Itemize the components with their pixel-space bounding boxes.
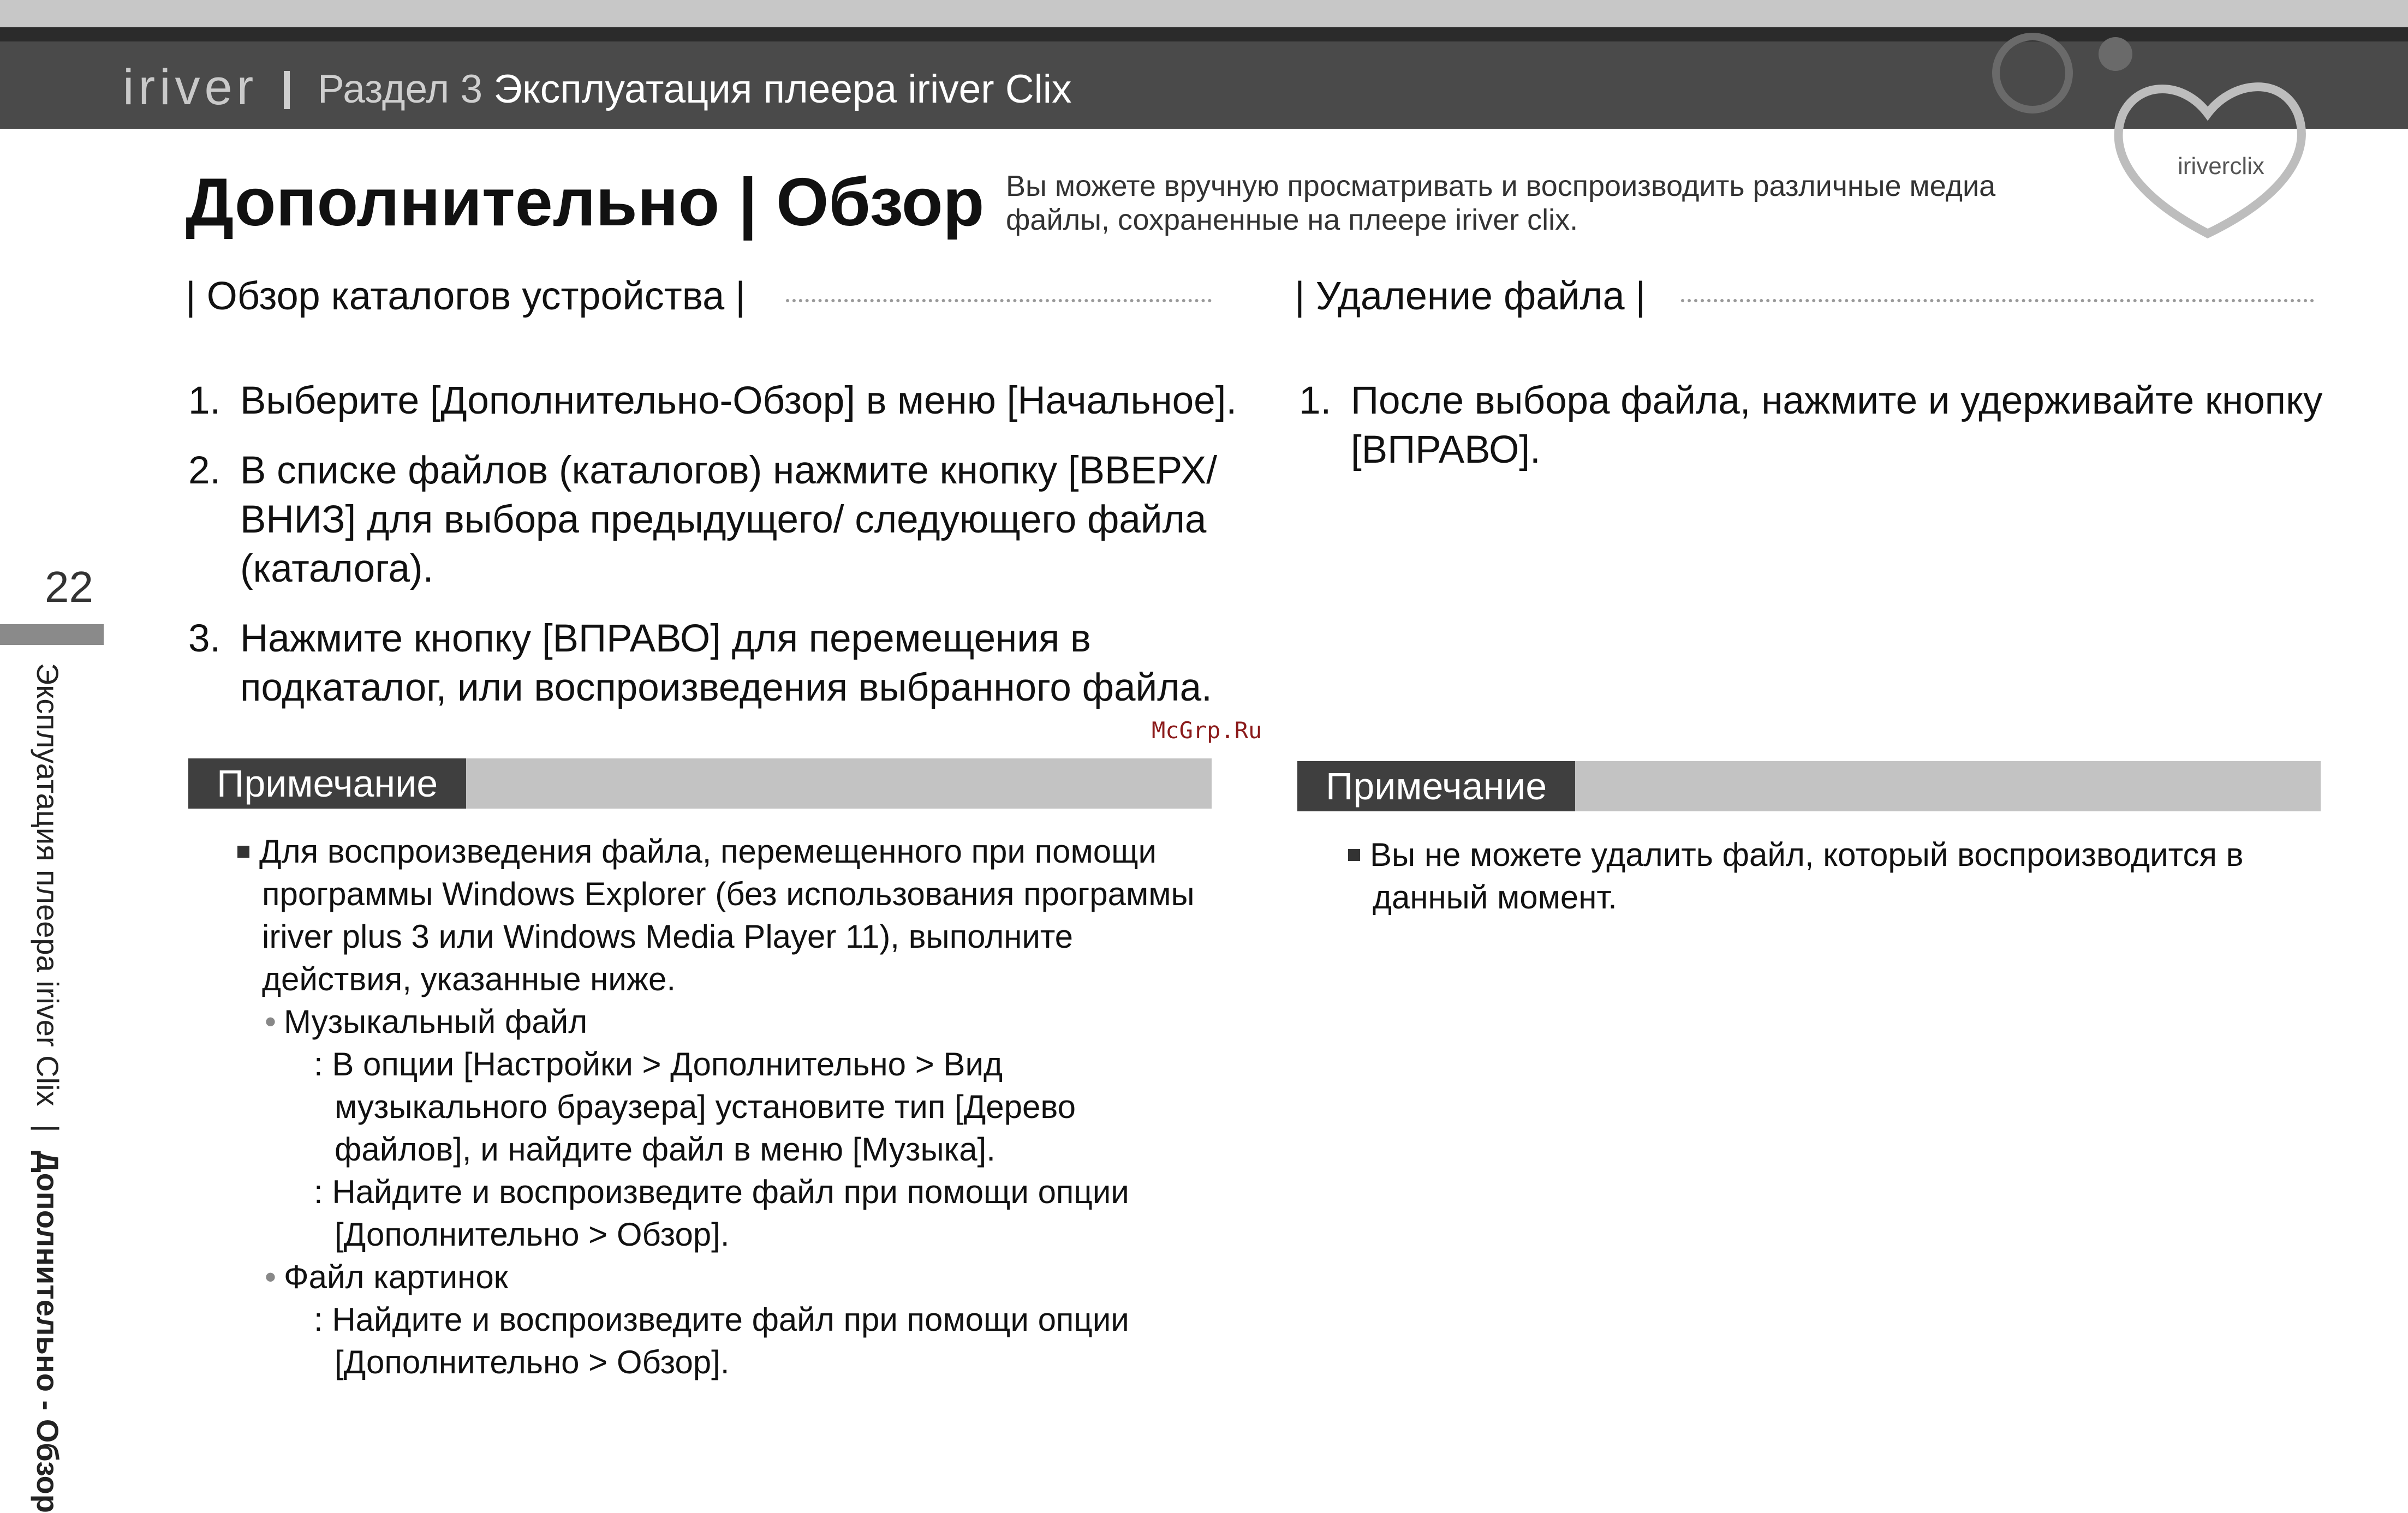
square-bullet-icon	[1348, 849, 1360, 862]
side-caption: Эксплуатация плеера iriver Clix | Дополн…	[31, 663, 65, 1513]
list-item: 2. В списке файлов (каталогов) нажмите кн…	[188, 449, 1217, 590]
list-item: 1. После выбора файла, нажмите и удержива…	[1299, 379, 2323, 471]
decor-dot-icon	[2099, 37, 2132, 71]
side-bar	[0, 624, 104, 645]
header-section: Раздел 3 Эксплуатация плеера iriver Clix	[318, 67, 1072, 112]
iriver-logo: iriver	[123, 59, 258, 115]
dot-bullet-icon: •	[265, 1259, 277, 1295]
section-title: Эксплуатация плеера iriver Clix	[493, 67, 1072, 111]
left-note-bar: Примечание	[188, 758, 1212, 809]
decor-ring-icon	[1992, 33, 2073, 113]
note-subitem-music: • Музыкальный файл	[265, 1003, 588, 1040]
section-label: Раздел 3	[318, 67, 483, 111]
side-chapter: Эксплуатация плеера iriver Clix	[31, 663, 65, 1107]
square-bullet-icon	[237, 846, 249, 858]
right-steps: 1. После выбора файла, нажмите и удержива…	[1299, 376, 2336, 495]
note-label: Примечание	[188, 758, 467, 809]
page-title: Дополнительно | Обзор	[186, 165, 985, 240]
list-item: 1. Выберите [Дополнительно-Обзор] в меню …	[188, 379, 1237, 422]
left-note-text: Для воспроизведения файла, перемещенного…	[237, 830, 1220, 1384]
header-top-band	[0, 0, 2408, 27]
watermark: McGrp.Ru	[1152, 717, 1262, 744]
brand-mark: iriverclix	[2178, 153, 2264, 180]
side-topic: Дополнительно - Обзор	[31, 1151, 65, 1513]
left-section-heading: | Обзор каталогов устройства |	[186, 274, 746, 318]
header-separator	[284, 71, 290, 109]
note-line: : Найдите и воспроизведите файл при помо…	[314, 1174, 1129, 1253]
note-line: : В опции [Настройки > Дополнительно > В…	[314, 1046, 1076, 1168]
left-heading-dots	[786, 299, 1212, 302]
note-subitem-pictures: • Файл картинок	[265, 1259, 508, 1295]
note-main: Для воспроизведения файла, перемещенного…	[237, 830, 1220, 1001]
note-label: Примечание	[1297, 761, 1576, 811]
right-heading-dots	[1681, 299, 2314, 302]
right-note-bar: Примечание	[1297, 761, 2321, 811]
left-steps: 1. Выберите [Дополнительно-Обзор] в меню …	[188, 376, 1247, 733]
right-note-text: Вы не можете удалить файл, который воспр…	[1348, 834, 2320, 919]
list-item: 3. Нажмите кнопку [ВПРАВО] для перемещени…	[188, 617, 1212, 709]
page-number: 22	[45, 563, 93, 611]
intro-text: Вы можете вручную просматривать и воспро…	[1006, 170, 1996, 236]
dot-bullet-icon: •	[265, 1003, 277, 1040]
note-line: : Найдите и воспроизведите файл при помо…	[314, 1301, 1129, 1380]
note-main: Вы не можете удалить файл, который воспр…	[1348, 834, 2320, 919]
right-section-heading: | Удаление файла |	[1295, 274, 1646, 318]
